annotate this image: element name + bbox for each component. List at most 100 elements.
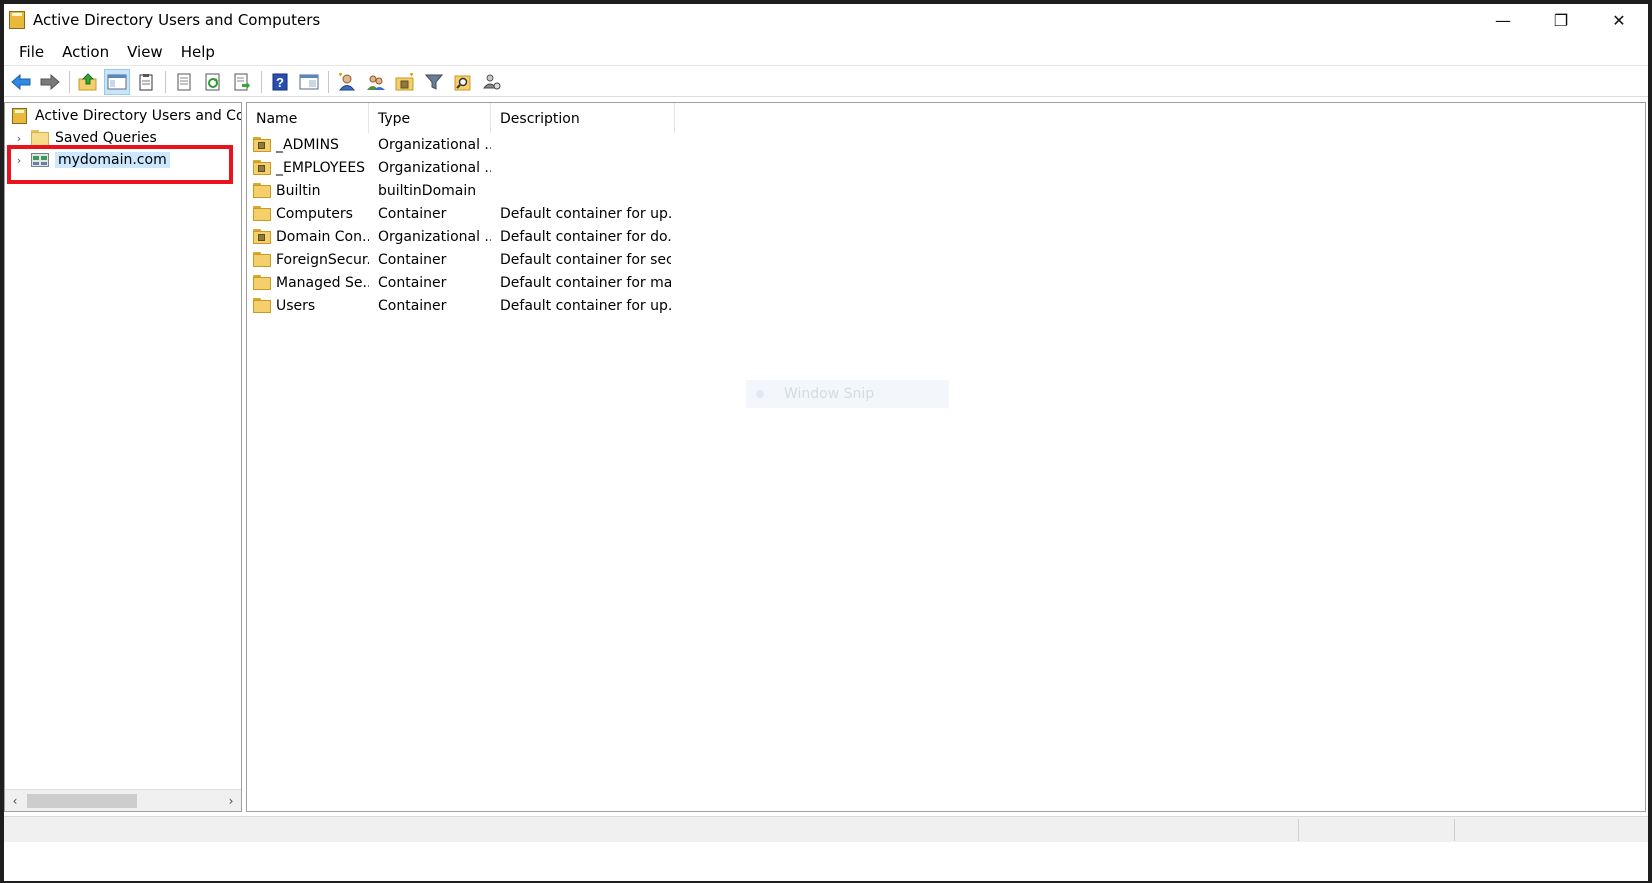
menu-view[interactable]: View — [118, 39, 172, 65]
close-button[interactable]: ✕ — [1590, 4, 1648, 36]
cell-name: Computers — [247, 206, 369, 222]
properties-icon — [177, 73, 191, 90]
clipboard-button[interactable] — [133, 69, 159, 95]
horizontal-scrollbar[interactable]: ‹ › — [5, 789, 241, 811]
cell-type: Organizational ... — [378, 159, 491, 176]
refresh-icon — [205, 73, 220, 90]
row-name: _EMPLOYEES — [276, 159, 366, 176]
title-bar: Active Directory Users and Computers — ❐… — [4, 4, 1648, 36]
cell-description: Default container for up... — [500, 205, 671, 222]
tree-root[interactable]: Active Directory Users and Computers — [5, 105, 241, 127]
new-group-button[interactable] — [363, 69, 389, 95]
cell-name: Managed Se... — [247, 275, 369, 291]
menu-action[interactable]: Action — [53, 39, 118, 65]
folder-icon — [253, 275, 271, 290]
table-row[interactable]: Managed Se... Container Default containe… — [247, 271, 671, 294]
app-icon — [9, 10, 25, 30]
cell-name: Users — [247, 298, 369, 314]
menu-file[interactable]: File — [10, 39, 53, 65]
new-user-button[interactable] — [334, 69, 360, 95]
cell-type: Container — [378, 274, 447, 291]
back-button[interactable] — [8, 69, 34, 95]
refresh-button[interactable] — [200, 69, 226, 95]
toolbar-separator — [261, 70, 262, 93]
cell-type: Container — [378, 251, 447, 268]
cell-name: Domain Con... — [247, 229, 369, 245]
folder-icon — [253, 252, 271, 267]
status-divider — [1298, 819, 1299, 841]
filter-icon — [425, 74, 443, 90]
help-icon: ? — [272, 73, 288, 90]
cell-type: Container — [378, 297, 447, 314]
table-row[interactable]: Computers Container Default container fo… — [247, 202, 671, 225]
row-name: ForeignSecur... — [276, 251, 369, 268]
view-button[interactable] — [296, 69, 322, 95]
new-ou-button[interactable] — [392, 69, 418, 95]
ou-folder-icon — [253, 229, 271, 244]
find-icon — [454, 75, 471, 90]
column-header-description[interactable]: Description — [491, 103, 675, 133]
delegate-icon — [482, 74, 501, 89]
cell-type: Organizational ... — [378, 228, 491, 245]
window-snip-overlay: Window Snip — [746, 380, 949, 408]
table-row[interactable]: ForeignSecur... Container Default contai… — [247, 248, 671, 271]
snip-label: Window Snip — [784, 386, 875, 402]
snip-dot-icon — [756, 390, 764, 398]
export-list-button[interactable] — [229, 69, 255, 95]
status-bar — [4, 816, 1648, 842]
menu-help[interactable]: Help — [172, 39, 224, 65]
cell-description: Default container for sec... — [500, 251, 671, 268]
help-button[interactable]: ? — [267, 69, 293, 95]
delegate-button[interactable] — [479, 69, 505, 95]
scroll-left-icon[interactable]: ‹ — [5, 790, 25, 811]
cell-type: Container — [378, 205, 447, 222]
status-divider — [1454, 819, 1455, 841]
cell-name: ForeignSecur... — [247, 252, 369, 268]
table-row[interactable]: Domain Con... Organizational ... Default… — [247, 225, 671, 248]
find-button[interactable] — [450, 69, 476, 95]
list-header: Name Type Description — [247, 103, 675, 133]
row-name: Builtin — [276, 182, 321, 199]
forward-button[interactable] — [37, 69, 63, 95]
svg-text:?: ? — [276, 75, 284, 90]
scroll-thumb[interactable] — [27, 794, 137, 808]
cell-type: builtinDomain — [378, 182, 477, 199]
cell-description: Default container for do... — [500, 228, 671, 245]
restore-button[interactable]: ❐ — [1532, 4, 1590, 36]
table-row[interactable]: Users Container Default container for up… — [247, 294, 671, 317]
minimize-button[interactable]: — — [1474, 4, 1532, 36]
table-row[interactable]: Builtin builtinDomain — [247, 179, 671, 202]
new-ou-icon — [395, 72, 414, 90]
highlight-box — [7, 145, 233, 184]
cell-name: _EMPLOYEES — [247, 160, 369, 176]
properties-button[interactable] — [171, 69, 197, 95]
column-header-name[interactable]: Name — [247, 103, 369, 133]
folder-icon — [253, 206, 271, 221]
clipboard-icon — [139, 73, 153, 90]
view-icon — [299, 74, 319, 89]
row-name: Users — [276, 297, 316, 314]
window-controls: — ❐ ✕ — [1474, 4, 1648, 36]
filter-button[interactable] — [421, 69, 447, 95]
column-header-type[interactable]: Type — [369, 103, 491, 133]
menu-bar: File Action View Help — [4, 38, 1648, 66]
table-row[interactable]: _ADMINS Organizational ... — [247, 133, 671, 156]
toolbar: ? — [4, 67, 1648, 97]
folder-icon — [31, 130, 49, 146]
back-icon — [11, 73, 31, 90]
tree-item-label: Saved Queries — [55, 130, 157, 146]
show-console-tree-button[interactable] — [104, 68, 130, 95]
scroll-right-icon[interactable]: › — [221, 790, 241, 811]
toolbar-separator — [69, 70, 70, 93]
export-list-icon — [234, 73, 250, 90]
row-name: Managed Se... — [276, 274, 369, 291]
window-title: Active Directory Users and Computers — [33, 11, 321, 29]
show-console-tree-icon — [107, 74, 127, 89]
new-user-icon — [338, 72, 356, 90]
row-name: _ADMINS — [276, 136, 339, 153]
up-one-level-button[interactable] — [75, 69, 101, 95]
folder-icon — [253, 298, 271, 313]
details-pane: Name Type Description _ADMINS Organizati… — [246, 102, 1646, 812]
table-row[interactable]: _EMPLOYEES Organizational ... — [247, 156, 671, 179]
new-group-icon — [367, 75, 385, 90]
